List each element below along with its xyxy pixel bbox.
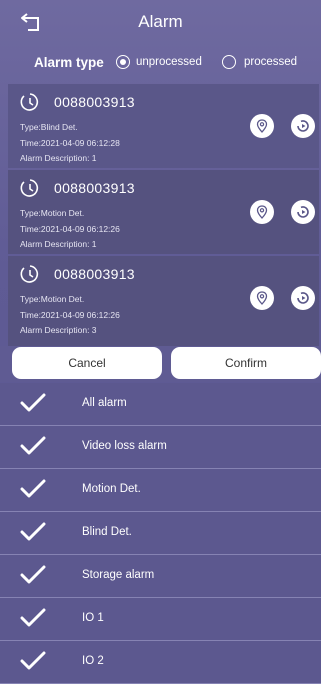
picker-item-video-loss[interactable]: Video loss alarm: [0, 426, 321, 469]
checkmark-icon: [20, 522, 46, 541]
checkmark-icon: [20, 608, 46, 627]
cancel-button[interactable]: Cancel: [12, 347, 162, 379]
alarm-device-id: 0088003913: [54, 266, 135, 282]
picker-item-blind-det[interactable]: Blind Det.: [0, 512, 321, 555]
alarm-description: Alarm Description: 1: [20, 239, 97, 249]
picker-item-io-2[interactable]: IO 2: [0, 641, 321, 684]
picker-item-all-alarm[interactable]: All alarm: [0, 383, 321, 426]
checkmark-icon: [20, 436, 46, 455]
alarm-card[interactable]: 0088003913 Type:Motion Det. Time:2021-04…: [8, 170, 319, 254]
alarm-card[interactable]: 0088003913 Type:Motion Det. Time:2021-04…: [8, 256, 319, 346]
confirm-button[interactable]: Confirm: [171, 347, 321, 379]
alarm-type-text: Type:Blind Det.: [20, 122, 78, 132]
alarm-device-id: 0088003913: [54, 180, 135, 196]
alarm-time: Time:2021-04-09 06:12:26: [20, 224, 120, 234]
picker-item-motion-det[interactable]: Motion Det.: [0, 469, 321, 512]
radio-processed-label[interactable]: processed: [244, 56, 297, 68]
location-pin-icon: [256, 119, 268, 133]
checkmark-icon: [20, 479, 46, 498]
location-button[interactable]: [250, 286, 274, 310]
picker-item-io-1[interactable]: IO 1: [0, 598, 321, 641]
clock-icon: [20, 265, 39, 283]
location-pin-icon: [256, 291, 268, 305]
alarm-list[interactable]: 0088003913 Type:Blind Det. Time:2021-04-…: [8, 84, 319, 346]
picker-item-label: IO 1: [82, 612, 104, 624]
alarm-time: Time:2021-04-09 06:12:28: [20, 138, 120, 148]
alarm-type-text: Type:Motion Det.: [20, 208, 85, 218]
location-pin-icon: [256, 205, 268, 219]
playback-icon: [297, 206, 309, 218]
checkmark-icon: [20, 393, 46, 412]
action-bar: Cancel Confirm: [0, 346, 321, 382]
playback-icon: [297, 120, 309, 132]
picker-item-label: All alarm: [82, 397, 127, 409]
location-button[interactable]: [250, 114, 274, 138]
alarm-type-text: Type:Motion Det.: [20, 294, 85, 304]
picker-item-label: Blind Det.: [82, 526, 132, 538]
page-title: Alarm: [138, 12, 183, 31]
checkmark-icon: [20, 651, 46, 670]
clock-icon: [20, 179, 39, 197]
alarm-time: Time:2021-04-09 06:12:26: [20, 310, 120, 320]
playback-button[interactable]: [291, 114, 315, 138]
radio-unprocessed[interactable]: [116, 55, 130, 69]
checkmark-icon: [20, 565, 46, 584]
alarm-description: Alarm Description: 1: [20, 153, 97, 163]
alarm-card[interactable]: 0088003913 Type:Blind Det. Time:2021-04-…: [8, 84, 319, 168]
radio-processed[interactable]: [222, 55, 236, 69]
header-bar: Alarm: [0, 0, 321, 44]
alarm-type-picker[interactable]: All alarm Video loss alarm Motion Det. B…: [0, 383, 321, 684]
alarm-type-label: Alarm type: [34, 55, 104, 70]
playback-icon: [297, 292, 309, 304]
picker-item-storage-alarm[interactable]: Storage alarm: [0, 555, 321, 598]
picker-item-label: Video loss alarm: [82, 440, 167, 452]
playback-button[interactable]: [291, 200, 315, 224]
radio-unprocessed-label[interactable]: unprocessed: [136, 56, 202, 68]
alarm-description: Alarm Description: 3: [20, 325, 97, 335]
playback-button[interactable]: [291, 286, 315, 310]
alarm-type-filter: Alarm type unprocessed processed: [0, 44, 321, 82]
picker-item-label: Motion Det.: [82, 483, 141, 495]
picker-item-label: Storage alarm: [82, 569, 155, 581]
picker-item-label: IO 2: [82, 655, 104, 667]
alarm-device-id: 0088003913: [54, 94, 135, 110]
clock-icon: [20, 93, 39, 111]
location-button[interactable]: [250, 200, 274, 224]
